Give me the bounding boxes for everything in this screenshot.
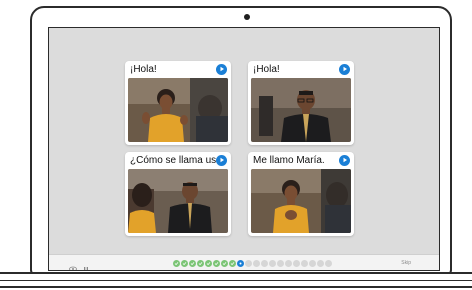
progress-dot <box>237 260 244 267</box>
photo-woman-answering <box>251 169 351 233</box>
progress-dot <box>269 260 276 267</box>
progress-dot <box>301 260 308 267</box>
progress-dot <box>293 260 300 267</box>
play-audio-icon[interactable] <box>216 154 227 166</box>
progress-dot <box>325 260 332 267</box>
play-audio-icon[interactable] <box>339 154 350 166</box>
card-phrase: ¿Cómo se llama usted? <box>130 154 216 166</box>
progress-dot <box>277 260 284 267</box>
progress-dot <box>309 260 316 267</box>
progress-dot <box>189 260 196 267</box>
webcam-icon <box>244 14 250 20</box>
skip-button[interactable]: Skip <box>401 260 411 266</box>
progress-dots <box>173 260 332 267</box>
lesson-screen: ¡Hola! ¡Hola! ¿Cómo se llama us Me llamo… <box>48 27 440 271</box>
phrase-card-2[interactable]: ¡Hola! <box>248 61 354 145</box>
card-header: Me llamo María. <box>248 152 354 168</box>
progress-dot <box>229 260 236 267</box>
card-header: ¿Cómo se llama usted? <box>125 152 231 168</box>
progress-dot <box>317 260 324 267</box>
progress-dot <box>197 260 204 267</box>
card-phrase: ¡Hola! <box>130 63 157 75</box>
laptop-base <box>0 272 472 288</box>
progress-dot <box>245 260 252 267</box>
eye-icon[interactable] <box>69 260 77 270</box>
progress-dot <box>181 260 188 267</box>
progress-dot <box>173 260 180 267</box>
progress-dot <box>205 260 212 267</box>
pause-icon[interactable] <box>82 260 90 270</box>
phrase-card-3[interactable]: ¿Cómo se llama usted? <box>125 152 231 236</box>
progress-dot <box>213 260 220 267</box>
photo-man-greeting <box>251 78 351 142</box>
progress-dot <box>253 260 260 267</box>
photo-man-asking-name <box>128 169 228 233</box>
progress-dot <box>261 260 268 267</box>
phrase-card-1[interactable]: ¡Hola! <box>125 61 231 145</box>
card-header: ¡Hola! <box>125 61 231 77</box>
lesson-footer: Skip <box>49 254 439 270</box>
play-audio-icon[interactable] <box>216 63 227 75</box>
progress-dot <box>221 260 228 267</box>
card-header: ¡Hola! <box>248 61 354 77</box>
progress-dot <box>285 260 292 267</box>
card-phrase: ¡Hola! <box>253 63 280 75</box>
play-audio-icon[interactable] <box>339 63 350 75</box>
photo-woman-greeting <box>128 78 228 142</box>
card-phrase: Me llamo María. <box>253 154 325 166</box>
phrase-card-4[interactable]: Me llamo María. <box>248 152 354 236</box>
